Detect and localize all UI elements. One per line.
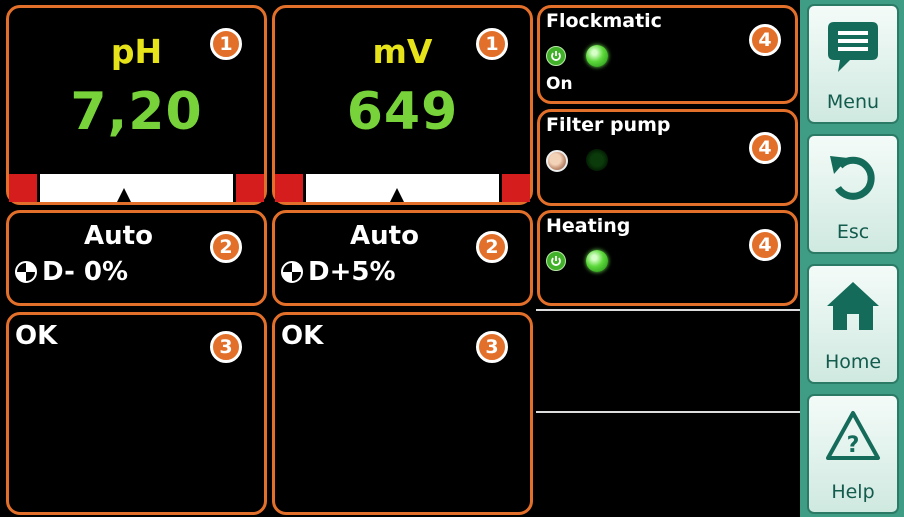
callout-badge: 1 (476, 28, 508, 60)
callout-badge: 4 (749, 132, 781, 164)
ph-mode-label: Auto (84, 221, 153, 251)
menu-icon (828, 22, 878, 72)
sidebar: Menu Esc Home ? Help (800, 0, 904, 517)
power-icon (546, 251, 566, 271)
mv-dose: D+5% (281, 257, 396, 287)
ph-scale-bar (9, 174, 264, 202)
callout-badge: 4 (749, 24, 781, 56)
dosing-icon (281, 261, 303, 283)
ph-scale-pointer (116, 188, 131, 202)
hand-icon (546, 150, 568, 172)
mv-scale-pointer (390, 188, 405, 202)
back-arrow-icon (830, 156, 875, 200)
empty-device-slot[interactable] (537, 312, 798, 409)
ph-control-panel[interactable]: Auto D- 0% 2 (6, 210, 267, 306)
svg-text:?: ? (847, 433, 860, 458)
mv-value: 649 (346, 82, 459, 142)
help-button[interactable]: ? Help (807, 394, 899, 514)
esc-button-label: Esc (836, 221, 870, 243)
device-flockmatic[interactable]: Flockmatic On 4 (537, 5, 798, 104)
ph-dose: D- 0% (15, 257, 128, 287)
status-led-icon (586, 45, 608, 67)
device-state: On (546, 74, 573, 94)
device-heating[interactable]: Heating 4 (537, 210, 798, 306)
ph-value: 7,20 (70, 82, 203, 142)
device-name: Filter pump (546, 114, 671, 136)
empty-device-slot[interactable] (537, 414, 798, 515)
esc-button[interactable]: Esc (807, 134, 899, 254)
mv-measure-panel[interactable]: mV 649 1 (272, 5, 533, 205)
device-name: Heating (546, 215, 631, 237)
callout-badge: 3 (210, 331, 242, 363)
ph-dose-value: D- 0% (42, 257, 129, 287)
callout-badge: 4 (749, 229, 781, 261)
ph-status-text: OK (15, 321, 58, 351)
status-led-icon (586, 250, 608, 272)
mv-control-panel[interactable]: Auto D+5% 2 (272, 210, 533, 306)
device-name: Flockmatic (546, 10, 662, 32)
callout-badge: 2 (476, 231, 508, 263)
mv-status-text: OK (281, 321, 324, 351)
menu-button-label: Menu (826, 91, 880, 113)
help-button-label: Help (831, 481, 875, 503)
callout-badge: 1 (210, 28, 242, 60)
power-icon (546, 46, 566, 66)
device-filter-pump[interactable]: Filter pump 4 (537, 109, 798, 206)
home-icon (827, 282, 879, 330)
menu-button[interactable]: Menu (807, 4, 899, 124)
help-icon: ? (826, 411, 880, 460)
dosing-icon (15, 261, 37, 283)
status-led-icon (586, 149, 608, 171)
mv-scale-bar (275, 174, 530, 202)
home-button-label: Home (824, 351, 882, 373)
mv-dose-value: D+5% (308, 257, 396, 287)
callout-badge: 2 (210, 231, 242, 263)
mv-status-panel[interactable]: OK 3 (272, 312, 533, 515)
callout-badge: 3 (476, 331, 508, 363)
mv-mode-label: Auto (350, 221, 419, 251)
ph-status-panel[interactable]: OK 3 (6, 312, 267, 515)
ph-measure-panel[interactable]: pH 7,20 1 (6, 5, 267, 205)
home-button[interactable]: Home (807, 264, 899, 384)
